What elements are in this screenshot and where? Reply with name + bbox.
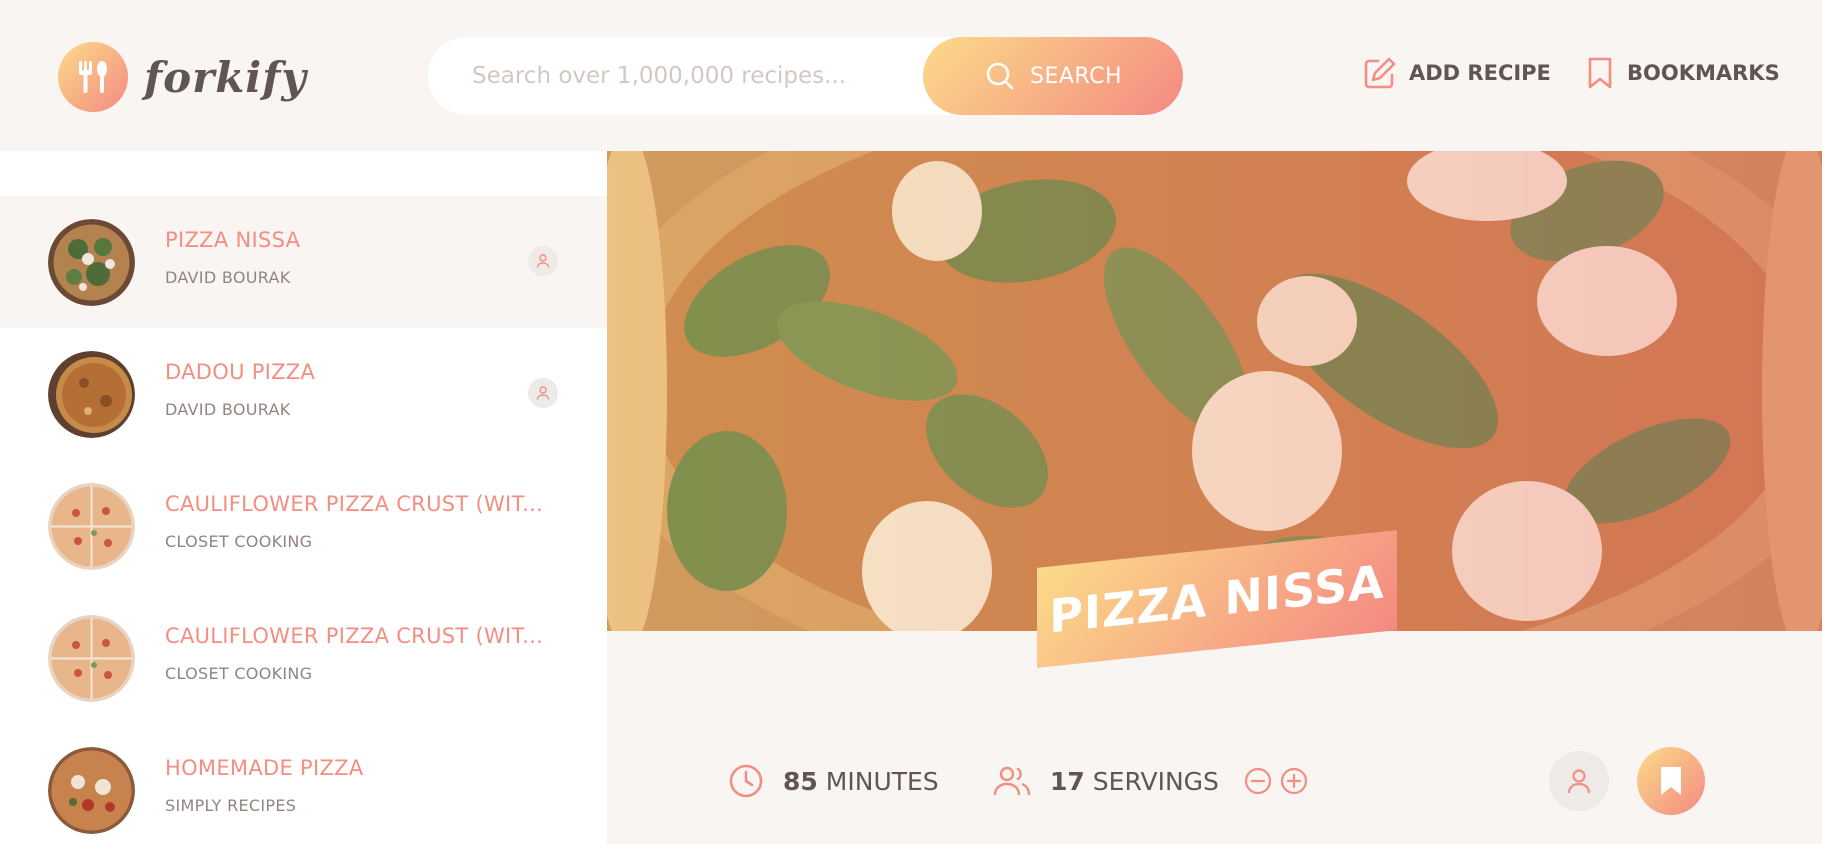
recipe-thumbnail [48,350,135,438]
result-publisher: CLOSET COOKING [165,532,313,551]
search-results: PIZZA NISSA DAVID BOURAK DADOU PIZZA DAV… [0,151,607,844]
servings-value: 17 [1050,766,1085,796]
add-recipe-button[interactable]: ADD RECIPE [1363,56,1551,90]
bookmark-icon [1588,57,1612,89]
result-title: PIZZA NISSA [165,228,301,252]
result-publisher: SIMPLY RECIPES [165,796,297,815]
search-button[interactable]: SEARCH [923,37,1183,115]
logo-badge [58,42,128,112]
search-input[interactable] [472,63,902,89]
fork-knife-icon [79,61,107,93]
servings: 17 SERVINGS [992,751,1309,811]
user-generated-badge [1549,751,1609,811]
bookmarks-label: BOOKMARKS [1627,61,1780,85]
result-title: CAULIFLOWER PIZZA CRUST (WIT... [165,624,544,648]
add-recipe-label: ADD RECIPE [1409,61,1551,85]
recipe-thumbnail [48,218,135,306]
user-generated-badge [528,378,558,408]
result-item[interactable]: PIZZA NISSA DAVID BOURAK [0,196,607,328]
result-item[interactable]: CAULIFLOWER PIZZA CRUST (WIT... CLOSET C… [0,592,607,724]
bookmark-recipe-button[interactable] [1637,747,1705,815]
result-publisher: DAVID BOURAK [165,400,291,419]
clock-icon [729,764,763,798]
user-icon [536,386,550,400]
user-icon [536,254,550,268]
search-button-label: SEARCH [1029,63,1122,89]
search-bar: SEARCH [428,37,1183,115]
bookmark-icon [1661,767,1681,795]
recipe-title: PIZZA NISSA [1049,554,1385,644]
user-icon [1567,769,1591,794]
result-title: DADOU PIZZA [165,360,316,384]
recipe-thumbnail [48,482,135,570]
increase-servings-button[interactable] [1279,766,1309,796]
recipe-view: PIZZA NISSA 85 MINUTES 17 SERVINGS [607,151,1822,844]
app: forkify SEARCH ADD RECIPE BOOKM [0,0,1822,844]
recipe-thumbnail [48,746,135,834]
plus-circle-icon [1280,767,1307,795]
servings-unit: SERVINGS [1092,766,1219,796]
cooking-time-value: 85 [783,766,818,796]
users-icon [993,766,1031,796]
result-item[interactable]: HOMEMADE PIZZA SIMPLY RECIPES [0,724,607,844]
recipe-thumbnail [48,614,135,702]
user-generated-badge [528,246,558,276]
cooking-time: 85 MINUTES [727,751,939,811]
header: forkify SEARCH ADD RECIPE BOOKM [0,0,1822,151]
logo[interactable]: forkify [58,42,307,112]
search-icon [986,62,1014,90]
minus-circle-icon [1244,767,1271,795]
result-item[interactable]: CAULIFLOWER PIZZA CRUST (WIT... CLOSET C… [0,460,607,592]
logo-text: forkify [144,52,307,102]
result-publisher: CLOSET COOKING [165,664,313,683]
result-item[interactable]: DADOU PIZZA DAVID BOURAK [0,328,607,460]
bookmarks-button[interactable]: BOOKMARKS [1585,56,1780,90]
decrease-servings-button[interactable] [1243,766,1273,796]
result-publisher: DAVID BOURAK [165,268,291,287]
edit-icon [1364,57,1396,89]
cooking-time-unit: MINUTES [825,766,939,796]
result-title: CAULIFLOWER PIZZA CRUST (WIT... [165,492,544,516]
result-title: HOMEMADE PIZZA [165,756,364,780]
recipe-details: 85 MINUTES 17 SERVINGS [607,747,1822,815]
